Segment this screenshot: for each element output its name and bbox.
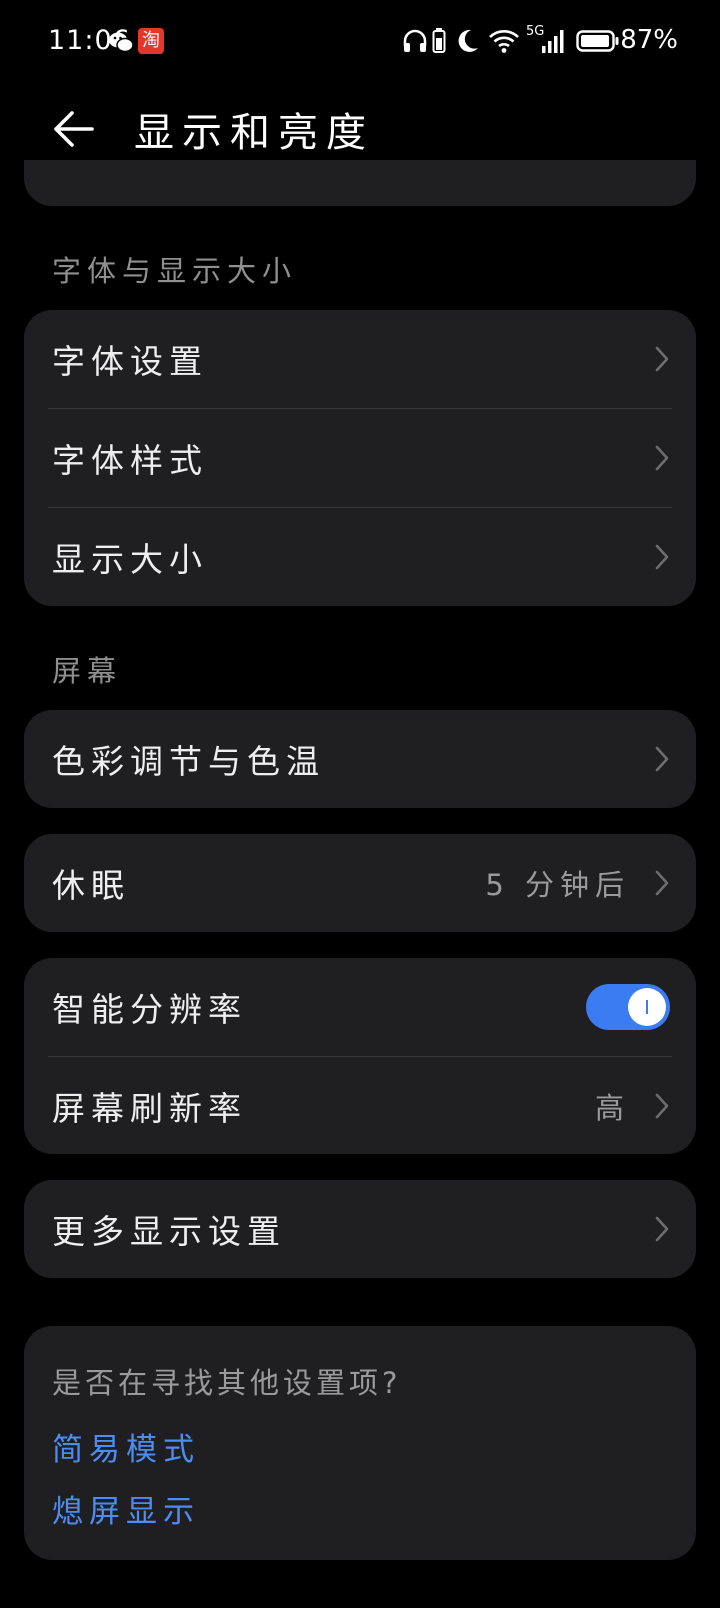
back-arrow-icon[interactable] <box>52 108 94 150</box>
font-settings-row[interactable]: 字体设置 <box>24 310 696 408</box>
font-style-row[interactable]: 字体样式 <box>24 409 696 507</box>
display-size-label: 显示大小 <box>52 540 208 579</box>
font-settings-label: 字体设置 <box>52 342 208 381</box>
battery-small-icon <box>432 28 446 53</box>
color-temperature-row[interactable]: 色彩调节与色温 <box>24 710 696 808</box>
sleep-value: 5 分钟后 <box>485 868 630 902</box>
headphones-icon <box>403 29 427 52</box>
section-header-screen: 屏幕 <box>52 654 123 688</box>
smart-resolution-toggle[interactable] <box>586 984 670 1030</box>
suggestions-title: 是否在寻找其他设置项? <box>52 1366 402 1400</box>
resolution-refresh-card: 智能分辨率 屏幕刷新率 高 <box>24 958 696 1154</box>
signal-5g-icon <box>542 30 564 53</box>
more-display-card: 更多显示设置 <box>24 1180 696 1278</box>
previous-settings-card <box>24 160 696 206</box>
font-style-label: 字体样式 <box>52 441 208 480</box>
battery-icon <box>576 30 619 52</box>
more-display-label: 更多显示设置 <box>52 1212 286 1251</box>
chevron-right-icon <box>655 544 669 570</box>
color-temperature-label: 色彩调节与色温 <box>52 742 325 781</box>
moon-icon <box>458 29 478 52</box>
chevron-right-icon <box>655 445 669 471</box>
smart-resolution-label: 智能分辨率 <box>52 990 247 1029</box>
section-header-font: 字体与显示大小 <box>52 254 298 288</box>
chevron-right-icon <box>655 746 669 772</box>
status-icons: 5G 87% <box>400 0 720 84</box>
wechat-icon <box>109 32 134 53</box>
sleep-card: 休眠 5 分钟后 <box>24 834 696 932</box>
refresh-rate-value: 高 <box>594 1091 630 1125</box>
taobao-icon: 淘 <box>138 28 164 54</box>
chevron-right-icon <box>655 1216 669 1242</box>
always-on-display-link[interactable]: 熄屏显示 <box>52 1486 200 1531</box>
chevron-right-icon <box>655 1093 669 1119</box>
display-size-row[interactable]: 显示大小 <box>24 508 696 606</box>
color-temperature-card: 色彩调节与色温 <box>24 710 696 808</box>
smart-resolution-row: 智能分辨率 <box>24 958 696 1056</box>
wifi-icon <box>489 30 519 53</box>
sleep-label: 休眠 <box>52 866 130 905</box>
font-settings-card: 字体设置 字体样式 显示大小 <box>24 310 696 606</box>
simple-mode-link[interactable]: 简易模式 <box>52 1424 200 1469</box>
page-title: 显示和亮度 <box>134 110 374 156</box>
status-bar: 11:06 淘 5G 87% <box>0 0 720 84</box>
sleep-row[interactable]: 休眠 5 分钟后 <box>24 834 696 932</box>
toggle-knob <box>628 988 666 1026</box>
chevron-right-icon <box>655 346 669 372</box>
refresh-rate-row[interactable]: 屏幕刷新率 高 <box>24 1057 696 1155</box>
chevron-right-icon <box>655 870 669 896</box>
suggestions-card: 是否在寻找其他设置项? 简易模式 熄屏显示 <box>24 1326 696 1560</box>
more-display-row[interactable]: 更多显示设置 <box>24 1180 696 1278</box>
refresh-rate-label: 屏幕刷新率 <box>52 1089 247 1128</box>
battery-percentage: 87% <box>620 25 678 55</box>
